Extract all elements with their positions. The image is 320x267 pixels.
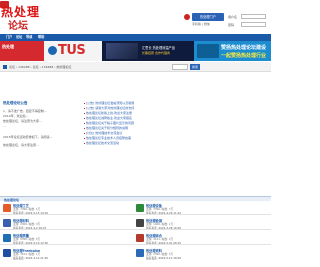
announcement-box: 热处理论坛公告 1、请不发广告、回复不得复制... 2014年，欢迎您... 热… [3,101,86,189]
notice-item-label: 热处理论坛关于帖子图片显示的问题 [86,121,135,125]
tus-logo-icon [48,46,57,55]
bullet-icon [84,127,85,129]
banner-row: 热处理 TUS 汇思长 热处理测温产品 长期招募 合作代理商 赞扬热处理论坛建设… [0,41,271,61]
forum-icon [3,234,11,242]
bullet-icon [84,117,85,119]
nav-item-help[interactable]: 帮助 [38,34,44,41]
bullet-icon [84,122,85,124]
bullet-icon [84,137,85,139]
banner-tus[interactable]: TUS [44,41,102,61]
forum-icon [136,249,144,257]
nav-item-portal[interactable]: 门户 [6,34,12,41]
forum-row[interactable]: 热处理检测 主题: 1406, 帖数: 1万 最后发表: 2022-3-28 1… [136,217,271,230]
notice-item[interactable]: 热处理论坛新版上线,欢迎大家注册 [84,111,132,115]
row-divider [0,244,271,245]
announcement-title: 热处理论坛公告 [3,101,28,105]
breadcrumb[interactable]: 论坛 › 136288 › 论坛 › 136288 › 热处理论坛 [9,65,71,69]
breadcrumb-home-icon[interactable] [3,65,7,69]
banner-middle[interactable]: 汇思长 热处理测温产品 长期招募 合作代理商 [102,41,194,61]
banner-right-image [197,44,219,58]
announcement-line: 1、请不发广告、回复不得复制... [3,109,47,113]
forum-icon [3,249,11,257]
site-logo[interactable]: 热处理 论坛 [0,0,44,32]
notice-item[interactable]: [讨论] 热处理技术交流会议 [84,131,122,135]
notice-item[interactable]: 热处理论坛技术交流活动 [84,141,119,145]
bullet-icon [84,107,85,109]
username-input[interactable] [241,14,266,19]
password-label: 密码 [228,23,235,27]
announcement-line: 2014年，欢迎您... [3,114,29,118]
notice-item[interactable]: 热处理论坛关于积分规则的说明 [84,126,128,130]
breadcrumb-bar: 论坛 › 136288 › 论坛 › 136288 › 热处理论坛 搜索 [0,62,271,72]
notice-item-label: [讨论] 热处理技术交流会议 [86,131,123,135]
forum-row[interactable]: 热处理综合 主题: 4121, 帖数: 2万 最后发表: 2022-5-01 0… [136,232,271,245]
username-label: 用户名 [228,15,238,19]
home-icon[interactable] [184,14,190,20]
forum-icon [136,219,144,227]
forum-icon [136,234,144,242]
mobile-link[interactable]: 手机版 | 微信 [192,22,210,26]
search-input[interactable] [172,64,188,70]
forum-icon [3,204,11,212]
notice-item-label: 热处理论坛诚聘版主,欢迎大家报名 [86,116,132,120]
site-header: 热处理 论坛 热处理门户 手机版 | 微信 用户名 密码 [0,0,271,34]
forum-row[interactable]: 热处理资料 主题: 2396, 帖数: 5万 最后发表: 2022-5-12 1… [136,247,271,260]
search-button[interactable]: 搜索 [190,64,200,70]
forum-last-post[interactable]: 最后发表: 2022-5-12 18:00 [146,256,181,260]
banner-middle-text: 汇思长 热处理测温产品 [142,46,175,50]
banner-right[interactable]: 赞扬热处理论坛建设 一起赞扬热处理行业 [194,41,271,61]
notice-item-label: 热处理论坛专业技术人员招聘启事 [86,136,132,140]
bullet-icon [84,142,85,144]
row-divider [0,229,271,230]
tus-text: TUS [58,43,86,58]
logo-line2: 论坛 [8,21,28,32]
banner-middle-sub: 长期招募 合作代理商 [142,51,170,55]
notice-item[interactable]: [公告] 感谢大家对热处理论坛的支持 [84,106,134,110]
notice-area: 热处理论坛公告 1、请不发广告、回复不得复制... 2014年，欢迎您... 热… [0,75,271,193]
forum-icon [136,204,144,212]
banner-middle-image [106,43,138,59]
banner-left[interactable]: 热处理 [0,41,44,61]
bullet-icon [84,132,85,134]
password-input[interactable] [241,22,266,27]
notice-item-label: 热处理论坛新版上线,欢迎大家注册 [86,111,132,115]
notice-item[interactable]: 热处理论坛专业技术人员招聘启事 [84,136,131,140]
forum-row[interactable]: 热处理设备 主题: 3396, 帖数: 7万 最后发表: 2022-4-29 1… [136,202,271,215]
banner-right-text: 赞扬热处理论坛建设 [221,45,267,51]
forum-section-header: 热处理论坛 [0,196,271,202]
announcement-line: 热处理论坛，请大家注意... [3,143,39,147]
notice-item[interactable]: [公告] 热处理论坛发帖须知以及版规 [84,101,134,105]
nav-item-forum[interactable]: 论坛 [16,34,22,41]
notice-item[interactable]: 热处理论坛诚聘版主,欢迎大家报名 [84,116,132,120]
notice-item-label: [公告] 感谢大家对热处理论坛的支持 [86,106,135,110]
announcement-line: 热处理论坛，请注意为大家... [3,119,42,123]
bullet-icon [84,112,85,114]
forum-icon [3,219,11,227]
main-nav: 门户 论坛 导读 帮助 [0,34,271,41]
notice-item-label: [公告] 热处理论坛发帖须知以及版规 [86,101,135,105]
banner-right-sub: 一起赞扬热处理行业 [221,53,267,59]
portal-button[interactable]: 热处理门户 [192,13,224,21]
notice-item-label: 热处理论坛技术交流活动 [86,141,120,145]
row-divider [0,214,271,215]
notice-item-label: 热处理论坛关于积分规则的说明 [86,126,129,130]
bullet-icon [84,102,85,104]
announcement-line: ... [3,124,6,128]
announcement-line: 2015年论坛活动安排如下，请阅读... [3,135,53,139]
forum-last-post[interactable]: 最后发表: 2022-3-12 21:45 [13,256,48,260]
notice-item[interactable]: 热处理论坛关于帖子图片显示的问题 [84,121,134,125]
banner-left-text: 热处理 [2,44,14,49]
nav-item-guide[interactable]: 导读 [26,34,32,41]
